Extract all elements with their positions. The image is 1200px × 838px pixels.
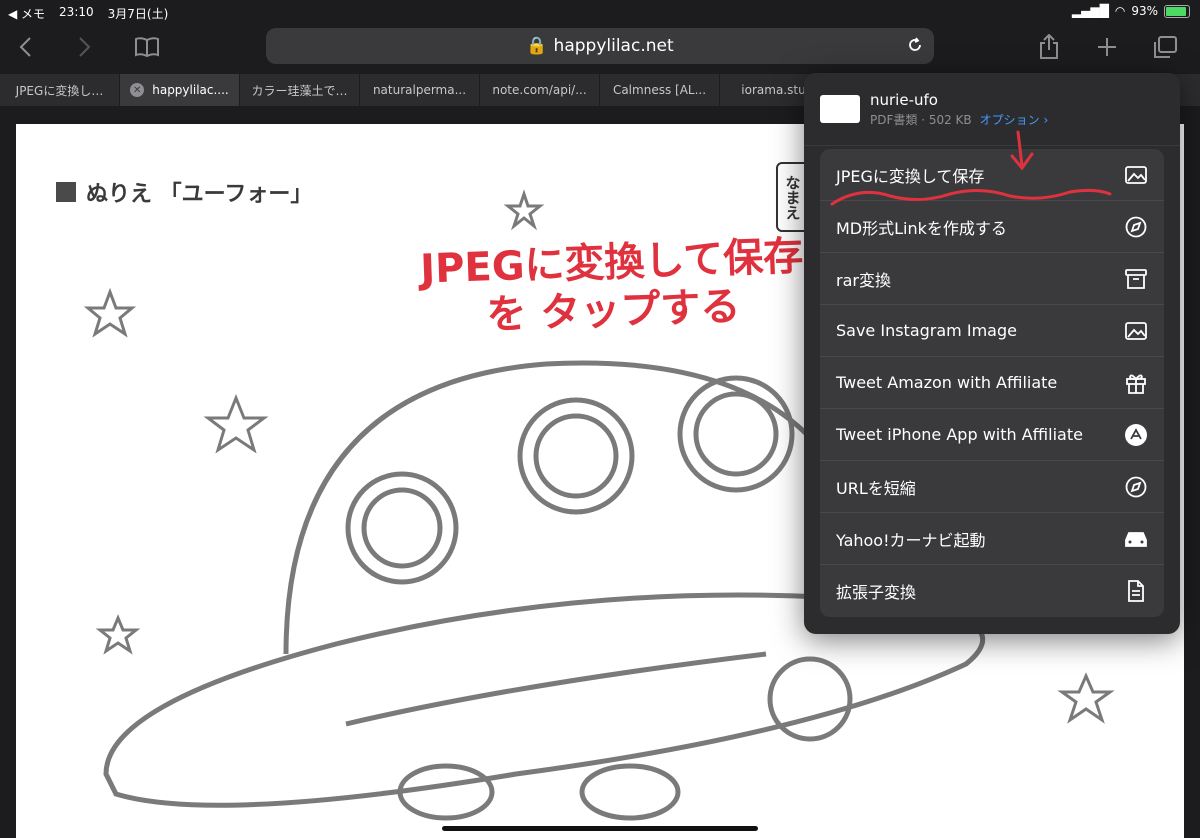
annotation-marks	[830, 130, 1112, 206]
home-indicator	[442, 826, 758, 831]
